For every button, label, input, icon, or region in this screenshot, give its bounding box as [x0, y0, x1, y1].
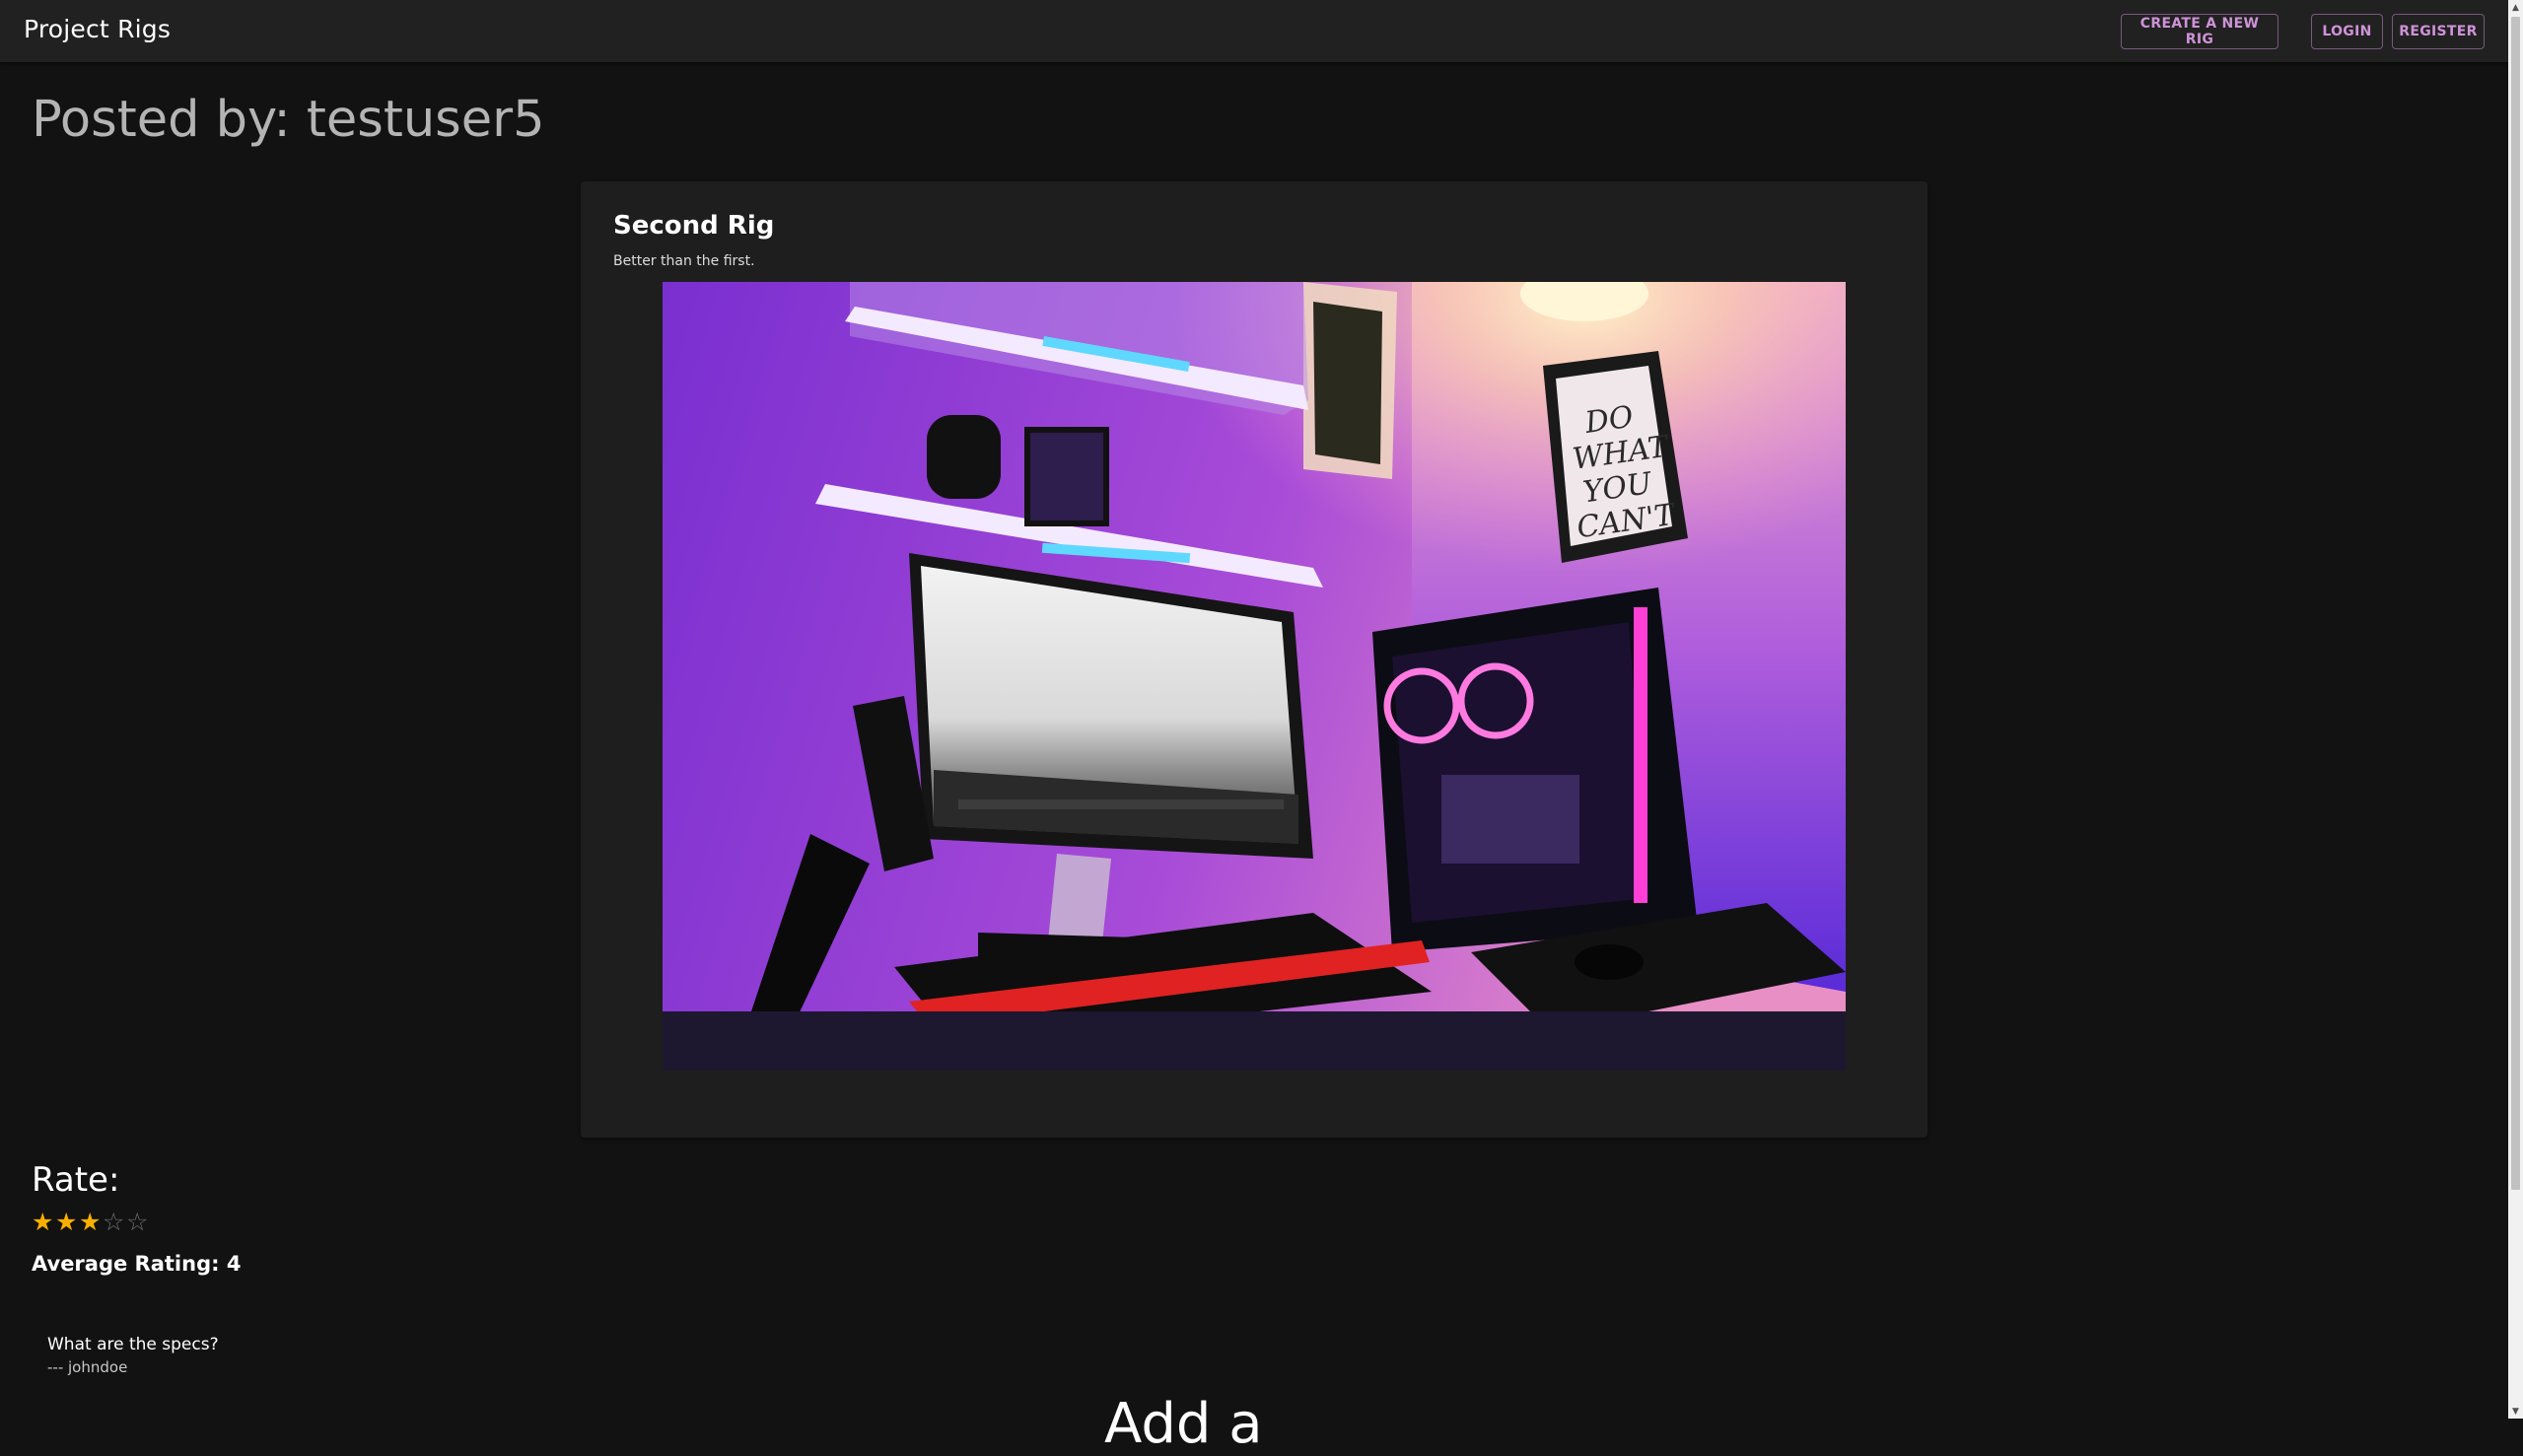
page-scrollbar[interactable]: ▲ ▼ — [2508, 0, 2523, 1419]
rig-description: Better than the first. — [613, 253, 755, 269]
rig-photo: DO WHAT YOU CAN'T — [663, 282, 1846, 1071]
comment-author: --- johndoe — [47, 1358, 128, 1376]
scroll-down-icon[interactable]: ▼ — [2508, 1404, 2523, 1419]
comment-text: What are the specs? — [47, 1335, 219, 1354]
scrollbar-thumb[interactable] — [2511, 17, 2520, 1190]
star-icon-3[interactable]: ★ — [79, 1208, 103, 1237]
login-button[interactable]: LOGIN — [2311, 14, 2383, 49]
scroll-up-icon[interactable]: ▲ — [2508, 0, 2523, 15]
top-app-bar: Project Rigs CREATE A NEW RIG LOGIN REGI… — [0, 0, 2508, 62]
add-comment-heading: Add a — [1104, 1392, 1263, 1456]
star-icon-4[interactable]: ☆ — [103, 1208, 126, 1237]
posted-by-heading: Posted by: testuser5 — [32, 91, 545, 149]
rating-stars[interactable]: ★ ★ ★ ☆ ☆ — [32, 1208, 150, 1237]
star-icon-1[interactable]: ★ — [32, 1208, 55, 1237]
brand-title[interactable]: Project Rigs — [24, 15, 171, 43]
create-rig-button[interactable]: CREATE A NEW RIG — [2121, 14, 2278, 49]
rate-heading: Rate: — [32, 1160, 120, 1200]
rig-card: Second Rig Better than the first. DO WHA… — [581, 181, 1927, 1138]
star-icon-2[interactable]: ★ — [55, 1208, 79, 1237]
star-icon-5[interactable]: ☆ — [126, 1208, 150, 1237]
rig-title: Second Rig — [613, 211, 775, 241]
register-button[interactable]: REGISTER — [2392, 14, 2485, 49]
average-rating: Average Rating: 4 — [32, 1252, 242, 1276]
